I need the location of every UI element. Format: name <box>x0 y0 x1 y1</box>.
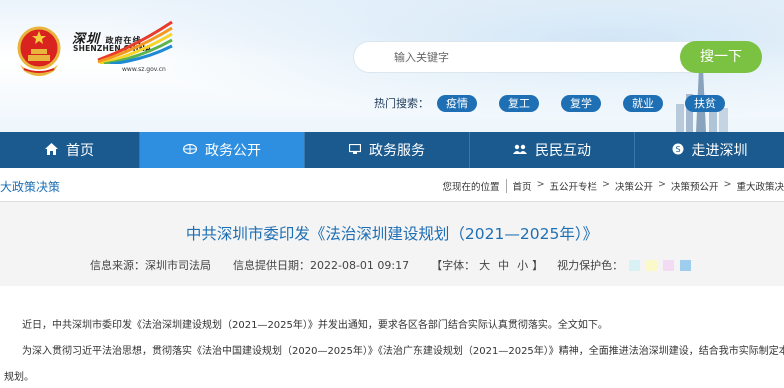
hot-search-item-resume-work[interactable]: 复工 <box>499 94 539 112</box>
nav-item-label: 政务公开 <box>205 143 261 159</box>
home-icon <box>45 142 58 158</box>
breadcrumb-separator: > <box>602 179 611 190</box>
site-header: 深圳 政府在线 SHENZHEN CHINA www.sz.gov.cn 搜一下… <box>0 0 784 132</box>
nav-item-government-affairs[interactable]: 政务公开 <box>140 132 305 168</box>
nav-item-label: 走进深圳 <box>691 143 748 159</box>
search-button[interactable]: 搜一下 <box>680 41 762 73</box>
breadcrumb-item[interactable]: 决策公开 <box>615 179 653 193</box>
hot-search-item-employment[interactable]: 就业 <box>623 94 663 112</box>
font-size-medium-button[interactable]: 中 <box>498 257 509 273</box>
hot-search-item-epidemic[interactable]: 疫情 <box>437 94 477 112</box>
eye-care-label: 视力保护色： <box>557 259 624 272</box>
hot-search-item-resume-school[interactable]: 复学 <box>561 94 601 112</box>
globe-icon <box>182 143 198 157</box>
eye-care-swatch-cyan[interactable] <box>629 259 641 271</box>
sz-icon: S <box>672 143 684 158</box>
article-paragraph: 为深入贯彻习近平法治思想，贯彻落实《法治中国建设规划（2020—2025年）》《… <box>22 346 784 357</box>
search-input[interactable] <box>368 42 668 72</box>
monitor-icon <box>348 143 362 157</box>
hot-search: 热门搜索： 疫情 复工 复学 就业 扶贫 <box>374 94 747 112</box>
breadcrumb-separator: > <box>723 179 732 190</box>
breadcrumb-item[interactable]: 重大政策决 <box>736 179 784 193</box>
article-header: 中共深圳市委印发《法治深圳建设规划（2021—2025年）》 信息来源：深圳市司… <box>0 202 784 286</box>
breadcrumb-item[interactable]: 五公开专栏 <box>550 179 598 193</box>
nav-item-government-services[interactable]: 政务服务 <box>305 132 470 168</box>
font-size-large-button[interactable]: 大 <box>479 257 490 273</box>
national-emblem-icon <box>17 26 61 76</box>
hot-search-item-poverty[interactable]: 扶贫 <box>685 94 725 112</box>
nav-item-label: 首页 <box>66 143 94 159</box>
article-body: 近日，中共深圳市委印发《法治深圳建设规划（2021—2025年）》并发出通知，要… <box>0 286 784 388</box>
article-meta: 信息来源：深圳市司法局 信息提供日期：2022-08-01 09:17 【字体：… <box>90 257 692 273</box>
breadcrumb-separator: > <box>536 179 545 190</box>
search-bar <box>354 42 714 72</box>
eye-care-swatch-pink[interactable] <box>663 259 675 271</box>
eye-care-swatch-yellow[interactable] <box>646 259 658 271</box>
nav-item-label: 政务服务 <box>369 143 425 159</box>
breadcrumb-bar: 大政策决策 您现在的位置 首页 > 五公开专栏 > 决策公开 > 决策预公开 >… <box>0 168 784 202</box>
font-size-label: 【字体： <box>431 259 476 272</box>
breadcrumb-location-label: 您现在的位置 <box>443 179 507 193</box>
breadcrumb-separator: > <box>658 179 666 190</box>
font-size-small-button[interactable]: 小 <box>517 257 528 273</box>
article-paragraph: 规划。 <box>4 372 34 383</box>
logo-swoosh-icon <box>97 20 173 64</box>
nav-item-label: 民民互动 <box>535 143 591 159</box>
nav-item-home[interactable]: 首页 <box>0 132 140 168</box>
article-title: 中共深圳市委印发《法治深圳建设规划（2021—2025年）》 <box>185 225 599 243</box>
article-paragraph: 近日，中共深圳市委印发《法治深圳建设规划（2021—2025年）》并发出通知，要… <box>22 320 608 331</box>
font-size-close: 】 <box>532 259 544 272</box>
hot-search-label: 热门搜索： <box>374 97 429 110</box>
logo-url: www.sz.gov.cn <box>122 66 166 73</box>
svg-text:S: S <box>675 145 680 154</box>
section-title: 大政策决策 <box>0 180 61 194</box>
breadcrumb-item[interactable]: 首页 <box>513 179 532 193</box>
main-nav: 首页 政务公开 政务服务 民民互动 S 走进深圳 <box>0 132 784 168</box>
nav-item-about-shenzhen[interactable]: S 走进深圳 <box>635 132 784 168</box>
breadcrumb: 您现在的位置 首页 > 五公开专栏 > 决策公开 > 决策预公开 > 重大政策决 <box>443 179 784 193</box>
breadcrumb-item[interactable]: 决策预公开 <box>671 179 719 193</box>
people-icon <box>513 143 527 157</box>
article-date: 信息提供日期：2022-08-01 09:17 <box>233 259 410 272</box>
nav-item-public-interaction[interactable]: 民民互动 <box>470 132 635 168</box>
article-source: 信息来源：深圳市司法局 <box>90 259 211 272</box>
eye-care-swatch-blue[interactable] <box>680 259 692 271</box>
